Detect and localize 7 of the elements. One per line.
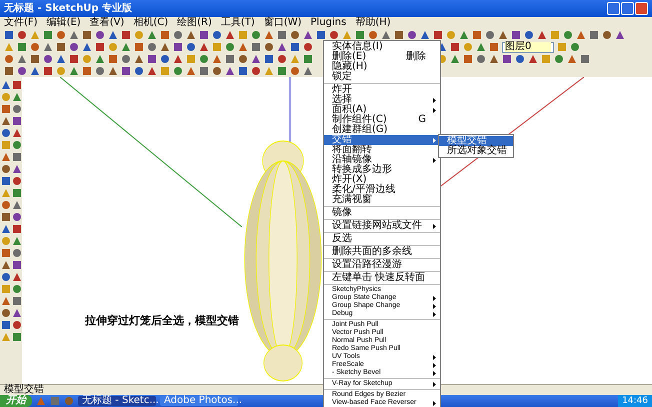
shortcut-label: G: [418, 115, 426, 125]
clock-text: 14:46: [622, 396, 648, 406]
status-text: 模型交错: [4, 385, 44, 395]
window-title: 无标题 - SketchUp 专业版: [4, 4, 132, 14]
annotation-text: 拉伸穿过灯笼后全选，模型交错: [85, 314, 239, 327]
shortcut-label: 删除: [406, 52, 426, 62]
layer-value: 图层0: [505, 42, 551, 52]
